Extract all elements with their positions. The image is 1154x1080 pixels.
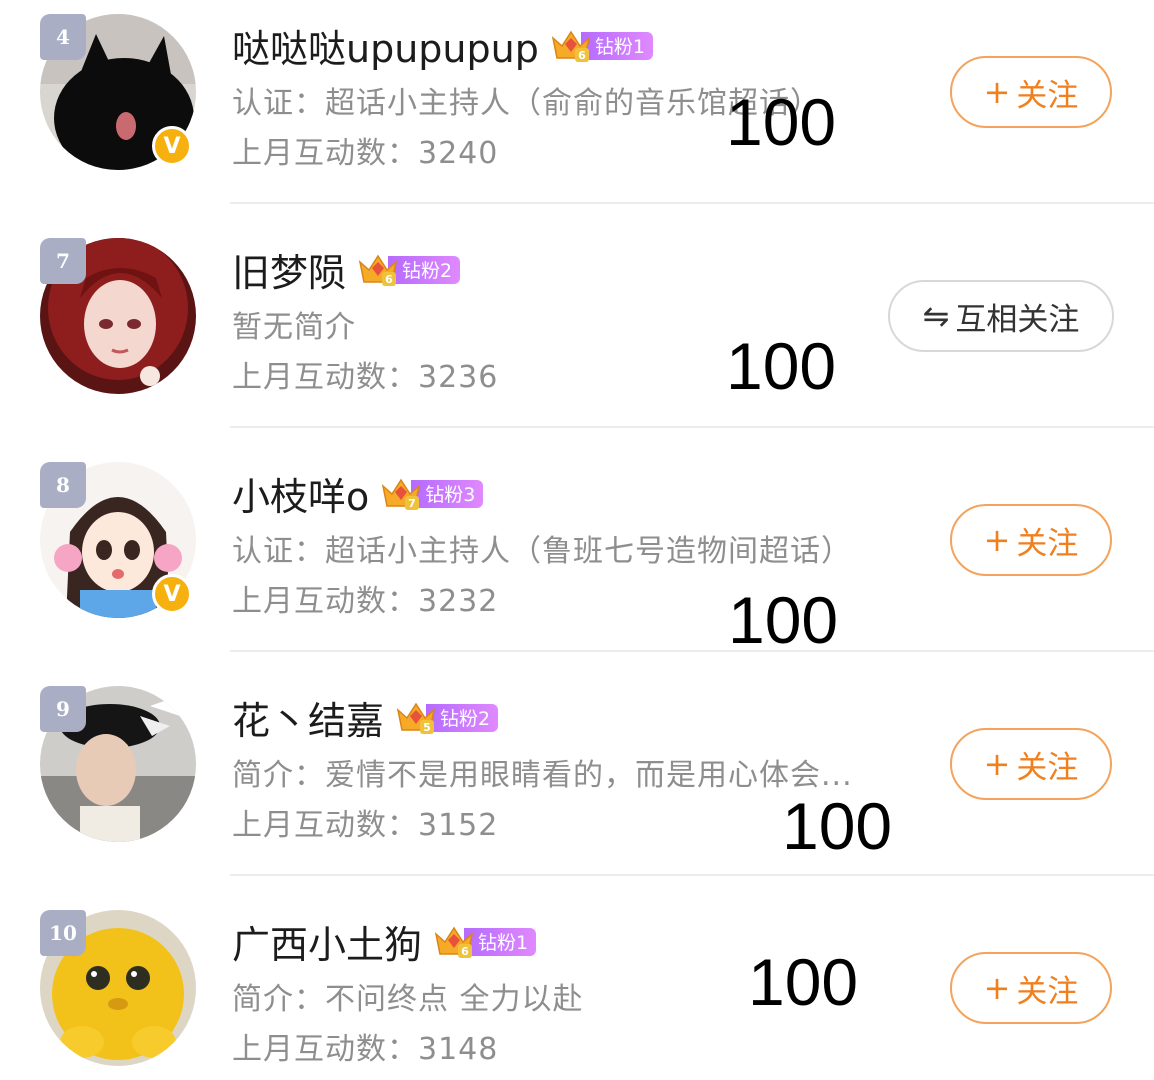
follow-button[interactable]: + 关注 — [950, 56, 1112, 128]
user-name-text: 小枝咩o — [232, 475, 370, 519]
rank-badge: 9 — [40, 686, 86, 732]
user-name[interactable]: 花丶结嘉 5 钻粉2 — [232, 690, 499, 745]
svg-text:7: 7 — [408, 497, 416, 510]
fan-label: 钻粉1 — [580, 31, 653, 60]
interact-value: 3240 — [418, 136, 499, 171]
user-name[interactable]: 哒哒哒upupupup 6 钻粉1 — [232, 18, 653, 73]
interact-label: 上月互动数： — [232, 136, 418, 171]
user-name-text: 花丶结嘉 — [232, 699, 385, 743]
interact-label: 上月互动数： — [232, 1032, 418, 1067]
plus-icon: + — [983, 969, 1011, 1007]
score-overlay: 100 — [782, 789, 893, 863]
list-item[interactable]: 7 旧梦陨 6 钻粉2 暂无简介 上月互动数：3236 100 ⇋ 互相关注 — [0, 204, 1154, 428]
monthly-interactions: 上月互动数：3152 — [232, 800, 498, 844]
list-item[interactable]: 4 V 哒哒哒upupupup 6 钻粉1 认证：超话小主持人（俞俞的音乐馆超话… — [0, 0, 1154, 204]
user-name-text: 广西小土狗 — [232, 923, 423, 967]
crown-icon: 6 — [434, 926, 474, 958]
interact-label: 上月互动数： — [232, 360, 418, 395]
score-overlay: 100 — [726, 329, 837, 403]
monthly-interactions: 上月互动数：3148 — [232, 1024, 498, 1068]
interact-value: 3232 — [418, 584, 499, 619]
mutual-follow-button[interactable]: ⇋ 互相关注 — [888, 280, 1114, 352]
swap-arrows-icon: ⇋ — [922, 297, 950, 335]
follow-button-label: 关注 — [1016, 77, 1079, 114]
crown-icon: 6 — [358, 254, 398, 286]
plus-icon: + — [983, 745, 1011, 783]
follow-button[interactable]: + 关注 — [950, 504, 1112, 576]
fan-label: 钻粉3 — [411, 479, 484, 508]
user-name[interactable]: 广西小土狗 6 钻粉1 — [232, 914, 537, 969]
list-item[interactable]: 8 V 小枝咩o 7 钻粉3 认证：超话小主持人（鲁班七号造物间超话） 上月互动… — [0, 428, 1154, 657]
list-item[interactable]: 9 花丶结嘉 5 钻粉2 简介：爱情不是用眼睛看的，而是用心体会... 上月互动… — [0, 652, 1154, 876]
user-description: 认证：超话小主持人（鲁班七号造物间超话） — [232, 534, 852, 569]
rank-badge: 10 — [40, 910, 86, 956]
user-name-text: 哒哒哒upupupup — [232, 27, 539, 71]
follow-button[interactable]: + 关注 — [950, 728, 1112, 800]
fan-label: 钻粉2 — [426, 703, 499, 732]
rank-badge: 7 — [40, 238, 86, 284]
plus-icon: + — [983, 73, 1011, 111]
fan-ranking-list: 4 V 哒哒哒upupupup 6 钻粉1 认证：超话小主持人（俞俞的音乐馆超话… — [0, 0, 1154, 1080]
verified-v-icon: V — [152, 126, 192, 166]
user-description: 暂无简介 — [232, 310, 356, 345]
crown-icon: 6 — [551, 30, 591, 62]
svg-text:6: 6 — [578, 49, 586, 62]
fan-label: 钻粉1 — [464, 927, 537, 956]
interact-label: 上月互动数： — [232, 808, 418, 843]
fan-label: 钻粉2 — [388, 255, 461, 284]
user-description: 简介：不问终点 全力以赴 — [232, 982, 584, 1017]
interact-value: 3152 — [418, 808, 499, 843]
svg-text:6: 6 — [461, 945, 469, 958]
fan-level-badge: 5 钻粉2 — [396, 701, 499, 735]
user-description: 简介：爱情不是用眼睛看的，而是用心体会... — [232, 758, 853, 793]
monthly-interactions: 上月互动数：3232 — [232, 576, 498, 620]
score-overlay: 100 — [748, 945, 859, 1019]
interact-value: 3236 — [418, 360, 499, 395]
rank-badge: 8 — [40, 462, 86, 508]
svg-text:6: 6 — [385, 273, 393, 286]
score-overlay: 100 — [728, 583, 839, 657]
follow-button-label: 关注 — [1016, 525, 1079, 562]
fan-level-badge: 6 钻粉1 — [551, 29, 653, 63]
user-name[interactable]: 小枝咩o 7 钻粉3 — [232, 466, 484, 521]
monthly-interactions: 上月互动数：3240 — [232, 128, 498, 172]
plus-icon: + — [983, 521, 1011, 559]
fan-level-badge: 7 钻粉3 — [381, 477, 484, 511]
interact-label: 上月互动数： — [232, 584, 418, 619]
interact-value: 3148 — [418, 1032, 499, 1067]
monthly-interactions: 上月互动数：3236 — [232, 352, 498, 396]
follow-button-label: 关注 — [1016, 749, 1079, 786]
svg-text:5: 5 — [423, 721, 431, 734]
user-name-text: 旧梦陨 — [232, 251, 347, 295]
verified-v-icon: V — [152, 574, 192, 614]
user-name[interactable]: 旧梦陨 6 钻粉2 — [232, 242, 461, 297]
crown-icon: 7 — [382, 478, 421, 510]
score-overlay: 100 — [726, 85, 837, 159]
crown-icon: 5 — [396, 702, 436, 734]
follow-button[interactable]: + 关注 — [950, 952, 1112, 1024]
fan-level-badge: 6 钻粉2 — [358, 253, 461, 287]
list-item[interactable]: 10 广西小土狗 6 钻粉1 简介：不问终点 全力以赴 上月互动数：3148 1… — [0, 876, 1154, 1080]
rank-badge: 4 — [40, 14, 86, 60]
mutual-follow-label: 互相关注 — [955, 301, 1080, 338]
fan-level-badge: 6 钻粉1 — [434, 925, 537, 959]
follow-button-label: 关注 — [1016, 973, 1079, 1010]
